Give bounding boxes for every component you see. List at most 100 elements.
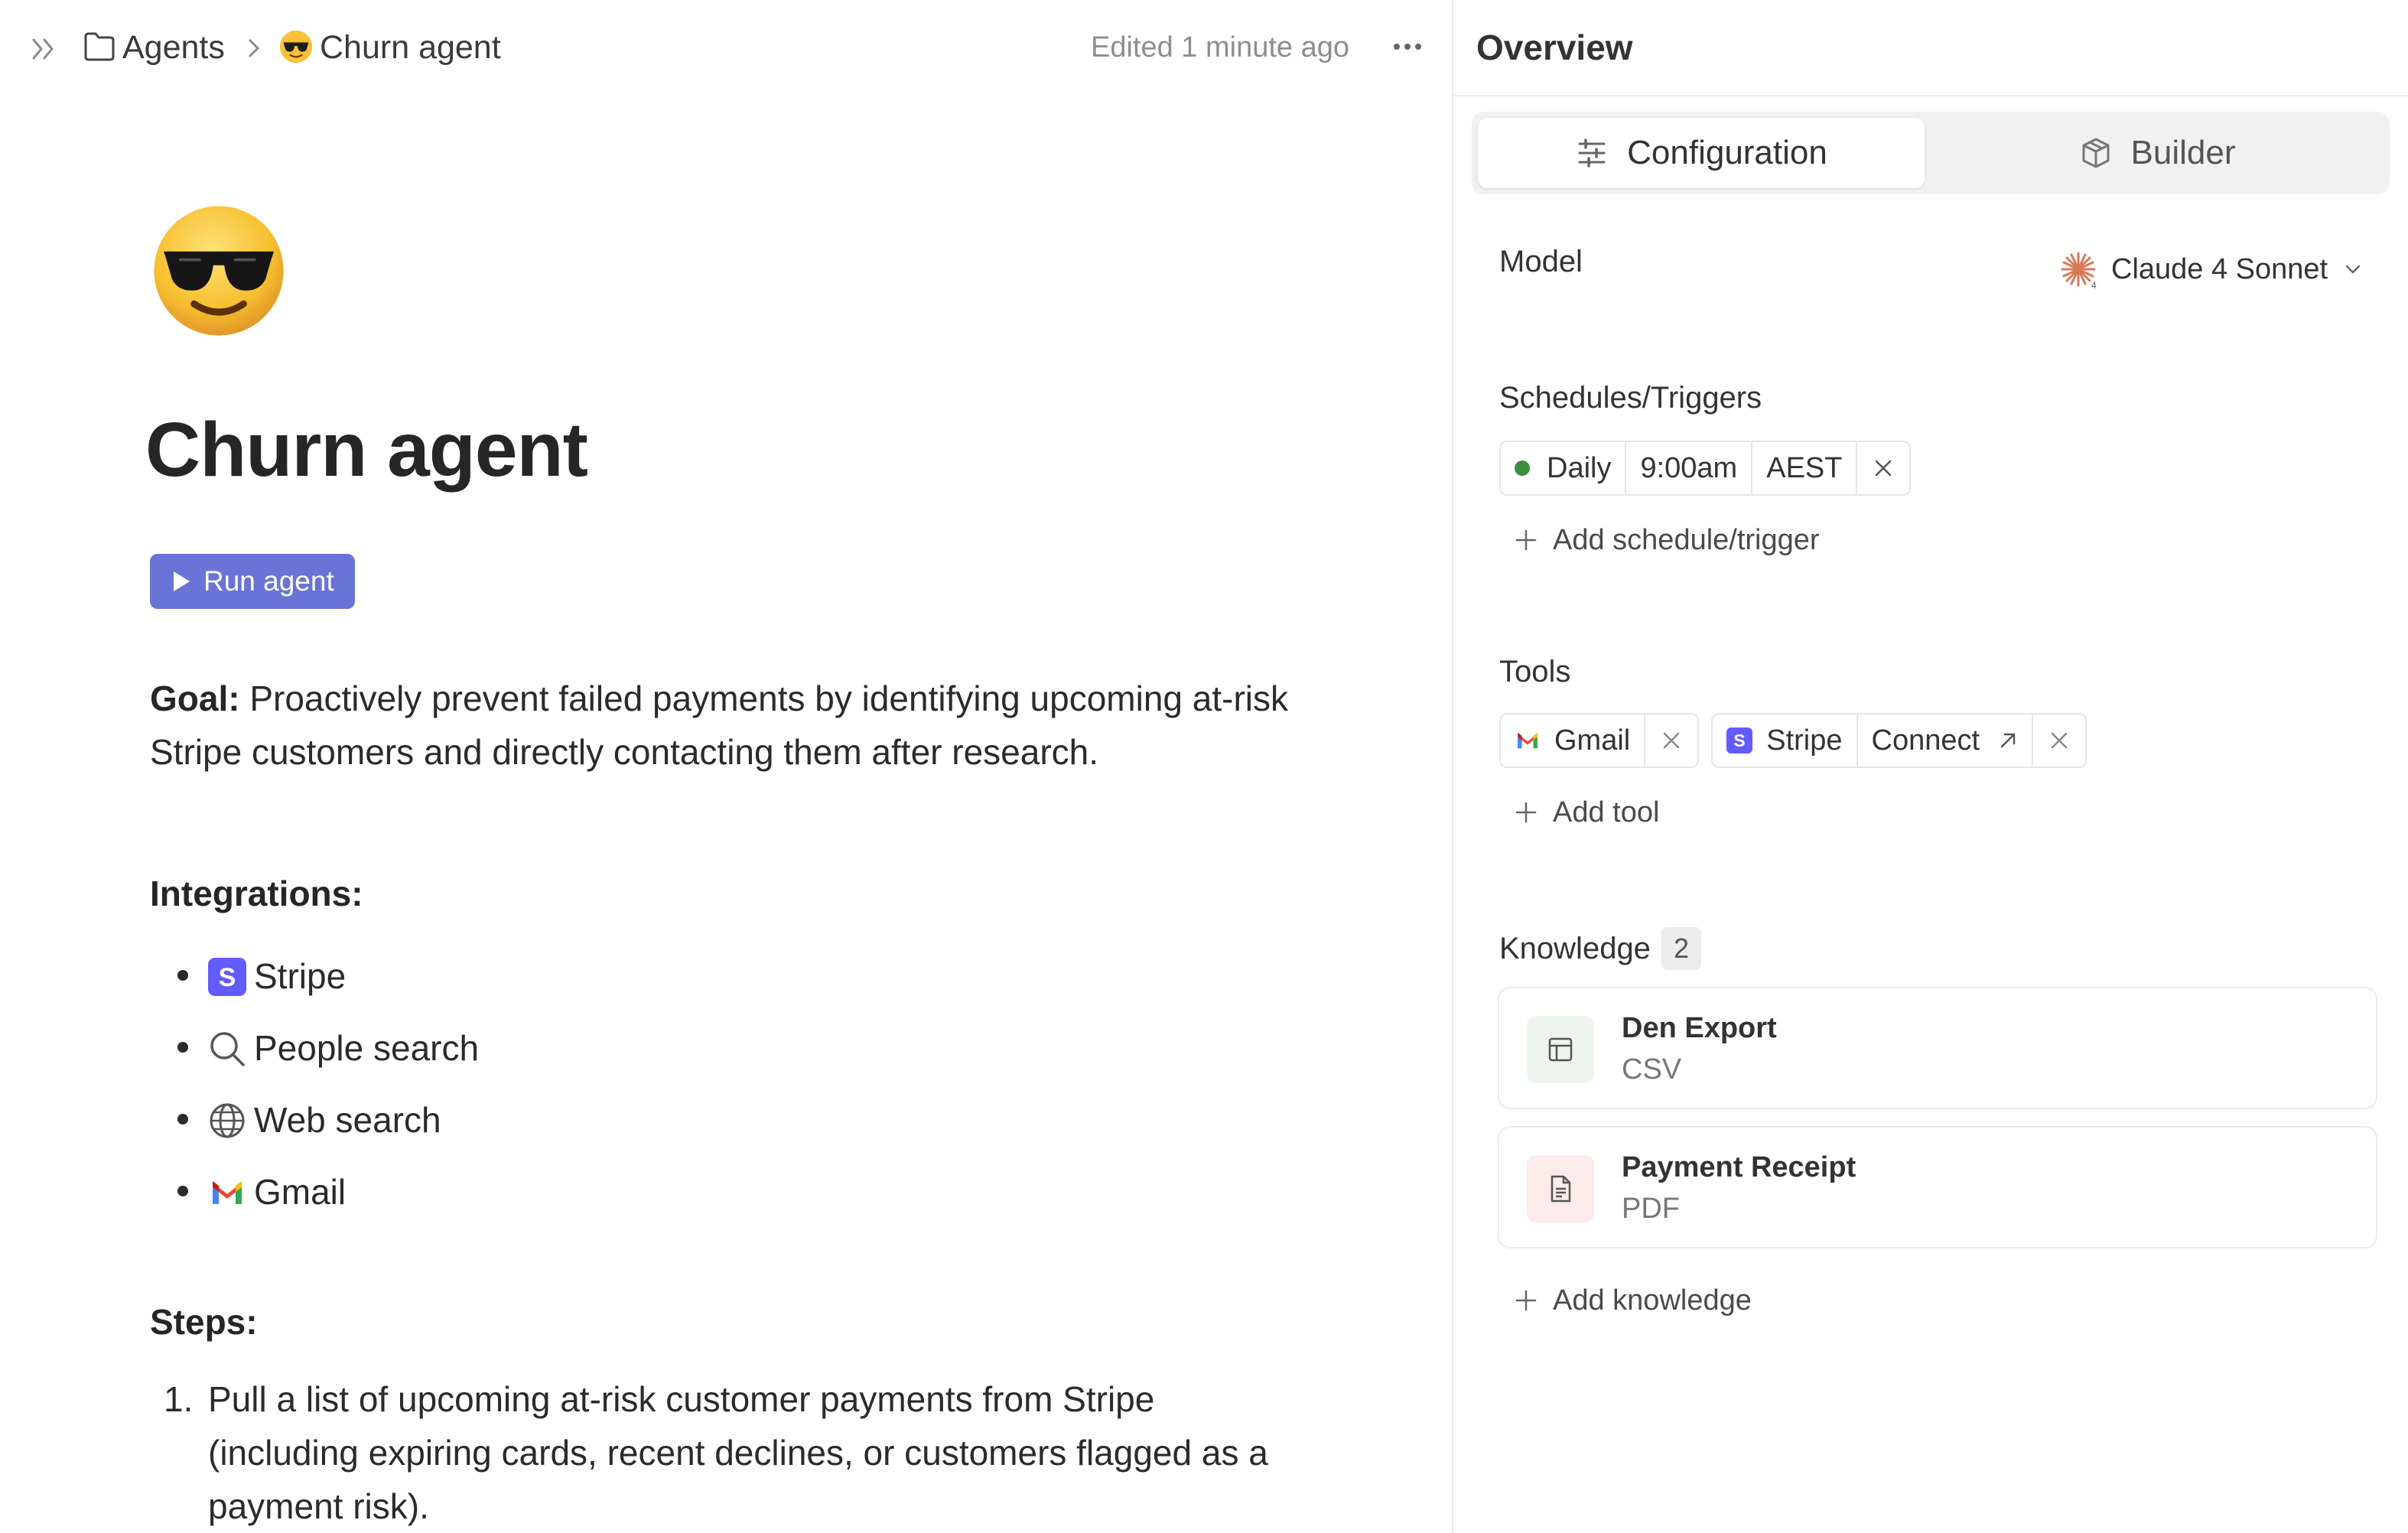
svg-text:S: S: [1734, 731, 1746, 750]
cube-icon: [2082, 138, 2110, 168]
model-select[interactable]: 4 Claude 4 Sonnet: [2058, 245, 2363, 294]
divider: [1453, 95, 2408, 96]
add-tool-label: Add tool: [1553, 796, 1660, 828]
schedule-chip[interactable]: Daily 9:00am AEST: [1499, 441, 1912, 496]
timezone-value: AEST: [1766, 451, 1843, 484]
stripe-icon: S: [208, 958, 246, 996]
knowledge-count-badge: 2: [1661, 927, 1701, 970]
add-schedule-button[interactable]: Add schedule/trigger: [1515, 519, 1820, 561]
status-dot: [1515, 461, 1530, 476]
view-tabs: Configuration Builder: [1472, 112, 2390, 194]
plus-icon: [1515, 802, 1537, 823]
integration-label: Gmail: [254, 1172, 347, 1212]
remove-schedule-button[interactable]: [1857, 442, 1909, 494]
connect-label: Connect: [1871, 724, 1980, 757]
chevron-down-icon: [2345, 265, 2361, 274]
play-icon: [174, 571, 190, 591]
remove-tool-button[interactable]: [2033, 714, 2085, 766]
gmail-icon: [213, 1181, 242, 1204]
tab-builder[interactable]: Builder: [1931, 118, 2384, 188]
tool-name[interactable]: Gmail: [1501, 714, 1646, 766]
integration-label: People search: [254, 1028, 480, 1068]
close-icon: [2051, 732, 2068, 749]
external-link-icon: [2000, 733, 2016, 748]
add-schedule-label: Add schedule/trigger: [1553, 524, 1820, 556]
plus-icon: [1515, 1290, 1537, 1311]
tab-builder-label: Builder: [2130, 134, 2236, 171]
tool-chip-stripe[interactable]: S Stripe Connect: [1711, 713, 2087, 768]
breadcrumb-agents[interactable]: Agents: [122, 26, 225, 69]
top-bar: Agents Churn agent Edited 1 minute ago: [0, 0, 1452, 95]
edited-timestamp: Edited 1 minute ago: [1091, 31, 1350, 63]
schedule-timezone[interactable]: AEST: [1752, 442, 1858, 494]
more-options-icon[interactable]: [1386, 35, 1429, 58]
tools-row: Gmail S Stripe Connect: [1499, 713, 2099, 768]
add-knowledge-label: Add knowledge: [1553, 1284, 1752, 1317]
frequency-value: Daily: [1547, 451, 1612, 484]
run-agent-label: Run agent: [203, 565, 334, 597]
integration-label: Stripe: [254, 956, 347, 996]
schedule-row: Daily 9:00am AEST: [1499, 441, 1923, 496]
knowledge-name: Den Export: [1622, 1012, 1777, 1044]
step-number: 1.: [164, 1379, 194, 1419]
steps-heading: Steps:: [150, 1302, 258, 1342]
overview-panel: Overview Configuration Builder Model 4 C…: [1453, 0, 2408, 1533]
run-agent-button[interactable]: Run agent: [150, 554, 355, 609]
bullet: [177, 1042, 188, 1053]
schedule-time[interactable]: 9:00am: [1626, 442, 1753, 494]
sliders-icon: [1578, 138, 1606, 168]
time-value: 9:00am: [1640, 451, 1738, 484]
goal-label: Goal:: [150, 679, 240, 718]
goal-paragraph: Goal: Proactively prevent failed payment…: [150, 672, 1313, 779]
document-pane: Agents Churn agent Edited 1 minute ago C…: [0, 0, 1452, 1533]
model-value: Claude 4 Sonnet: [2111, 253, 2328, 285]
tool-chip-gmail[interactable]: Gmail: [1499, 713, 1700, 768]
add-tool-button[interactable]: Add tool: [1515, 791, 1659, 834]
model-label: Model: [1499, 245, 1583, 278]
knowledge-item-payment-receipt[interactable]: Payment Receipt PDF: [1498, 1126, 2377, 1248]
bullet: [177, 1186, 188, 1196]
bullet: [177, 970, 188, 981]
knowledge-type: PDF: [1622, 1193, 1680, 1225]
tools-label: Tools: [1499, 655, 1571, 688]
integration-label: Web search: [254, 1100, 441, 1140]
sunglasses-emoji-icon: [279, 30, 313, 63]
goal-text: Proactively prevent failed payments by i…: [150, 679, 1288, 772]
stripe-icon: S: [1726, 727, 1753, 753]
knowledge-type: CSV: [1622, 1053, 1682, 1085]
schedule-frequency[interactable]: Daily: [1501, 442, 1627, 494]
tab-configuration[interactable]: Configuration: [1478, 118, 1925, 188]
tool-name[interactable]: S Stripe: [1713, 714, 1858, 766]
svg-text:S: S: [219, 963, 236, 992]
add-knowledge-button[interactable]: Add knowledge: [1515, 1279, 1752, 1322]
expand-sidebar-icon[interactable]: [29, 34, 63, 64]
document-icon: [1551, 1175, 1571, 1203]
folder-icon: [84, 32, 115, 61]
page-title: Churn agent: [145, 407, 588, 493]
knowledge-item-den-export[interactable]: Den Export CSV: [1498, 987, 2377, 1109]
overview-title: Overview: [1476, 28, 1633, 67]
plus-icon: [1515, 529, 1537, 551]
knowledge-label: Knowledge: [1499, 932, 1651, 965]
schedules-label: Schedules/Triggers: [1499, 381, 1762, 415]
knowledge-icon-box: [1527, 1155, 1594, 1222]
svg-text:4: 4: [2091, 280, 2097, 290]
globe-icon: [210, 1103, 245, 1138]
search-icon: [210, 1032, 245, 1066]
tool-label: Stripe: [1766, 724, 1843, 757]
knowledge-name: Payment Receipt: [1622, 1151, 1856, 1183]
claude-logo-icon: 4: [2061, 252, 2097, 290]
chevron-right-icon: [249, 39, 259, 57]
connect-tool-button[interactable]: Connect: [1858, 714, 2034, 766]
breadcrumb-current: Churn agent: [320, 29, 501, 66]
agent-emoji-icon[interactable]: [150, 202, 288, 340]
step-text: Pull a list of upcoming at-risk customer…: [208, 1379, 1268, 1526]
remove-tool-button[interactable]: [1645, 714, 1697, 766]
close-icon: [1663, 732, 1680, 749]
tool-label: Gmail: [1554, 724, 1631, 757]
knowledge-icon-box: [1527, 1016, 1594, 1083]
tab-configuration-label: Configuration: [1627, 134, 1827, 171]
gmail-icon: [1518, 732, 1538, 749]
bullet: [177, 1114, 188, 1125]
table-icon: [1548, 1037, 1573, 1062]
